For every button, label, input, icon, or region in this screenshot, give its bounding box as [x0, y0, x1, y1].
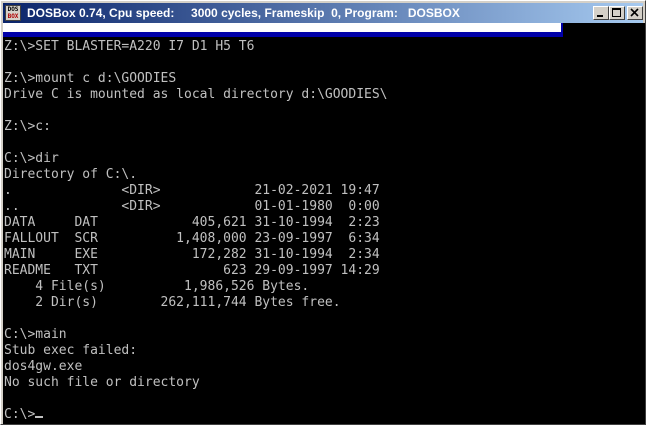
console-top-bar [3, 23, 563, 37]
console-line: FALLOUT SCR 1,408,000 23-09-1997 6:34 [4, 231, 380, 246]
dos-console[interactable]: Z:\>SET BLASTER=A220 I7 D1 H5 T6 Z:\>mou… [3, 23, 645, 424]
console-prompt-line[interactable]: C:\> [4, 407, 388, 423]
minimize-button[interactable] [593, 6, 609, 20]
console-line: Stub exec failed: [4, 343, 138, 358]
maximize-button[interactable] [609, 6, 625, 20]
console-line: No such file or directory [4, 375, 200, 390]
icon-text-top: DOS [7, 6, 19, 13]
console-top-bar-highlight [3, 23, 561, 32]
minimize-icon [597, 15, 603, 17]
close-icon [630, 8, 639, 17]
dosbox-app-icon[interactable]: DOS BOX [5, 5, 21, 21]
console-line: DATA DAT 405,621 31-10-1994 2:23 [4, 215, 380, 230]
console-line: Directory of C:\. [4, 167, 138, 182]
console-line: Z:\>mount c d:\GOODIES [4, 71, 177, 86]
console-line: .. <DIR> 01-01-1980 0:00 [4, 199, 380, 214]
console-prompt: C:\> [4, 407, 36, 422]
console-line: Drive C is mounted as local directory d:… [4, 87, 388, 102]
console-line: 4 File(s) 1,986,526 Bytes. [4, 279, 310, 294]
close-button[interactable] [627, 6, 643, 20]
window-title: DOSBox 0.74, Cpu speed: 3000 cycles, Fra… [27, 6, 460, 20]
console-line: Z:\>SET BLASTER=A220 I7 D1 H5 T6 [4, 39, 255, 54]
console-line: dos4gw.exe [4, 359, 83, 374]
icon-text-bottom: BOX [7, 13, 19, 20]
text-cursor [35, 416, 44, 418]
console-line: 2 Dir(s) 262,111,744 Bytes free. [4, 295, 341, 310]
console-line: C:\>main [4, 327, 67, 342]
title-bar[interactable]: DOS BOX DOSBox 0.74, Cpu speed: 3000 cyc… [3, 3, 643, 23]
dosbox-window: DOS BOX DOSBox 0.74, Cpu speed: 3000 cyc… [0, 0, 646, 425]
console-line: MAIN EXE 172,282 31-10-1994 2:34 [4, 247, 380, 262]
console-output: Z:\>SET BLASTER=A220 I7 D1 H5 T6 Z:\>mou… [4, 39, 388, 423]
console-line: Z:\>c: [4, 119, 51, 134]
console-line: . <DIR> 21-02-2021 19:47 [4, 183, 380, 198]
console-line: README TXT 623 29-09-1997 14:29 [4, 263, 380, 278]
maximize-icon [612, 8, 621, 17]
console-line: C:\>dir [4, 151, 59, 166]
